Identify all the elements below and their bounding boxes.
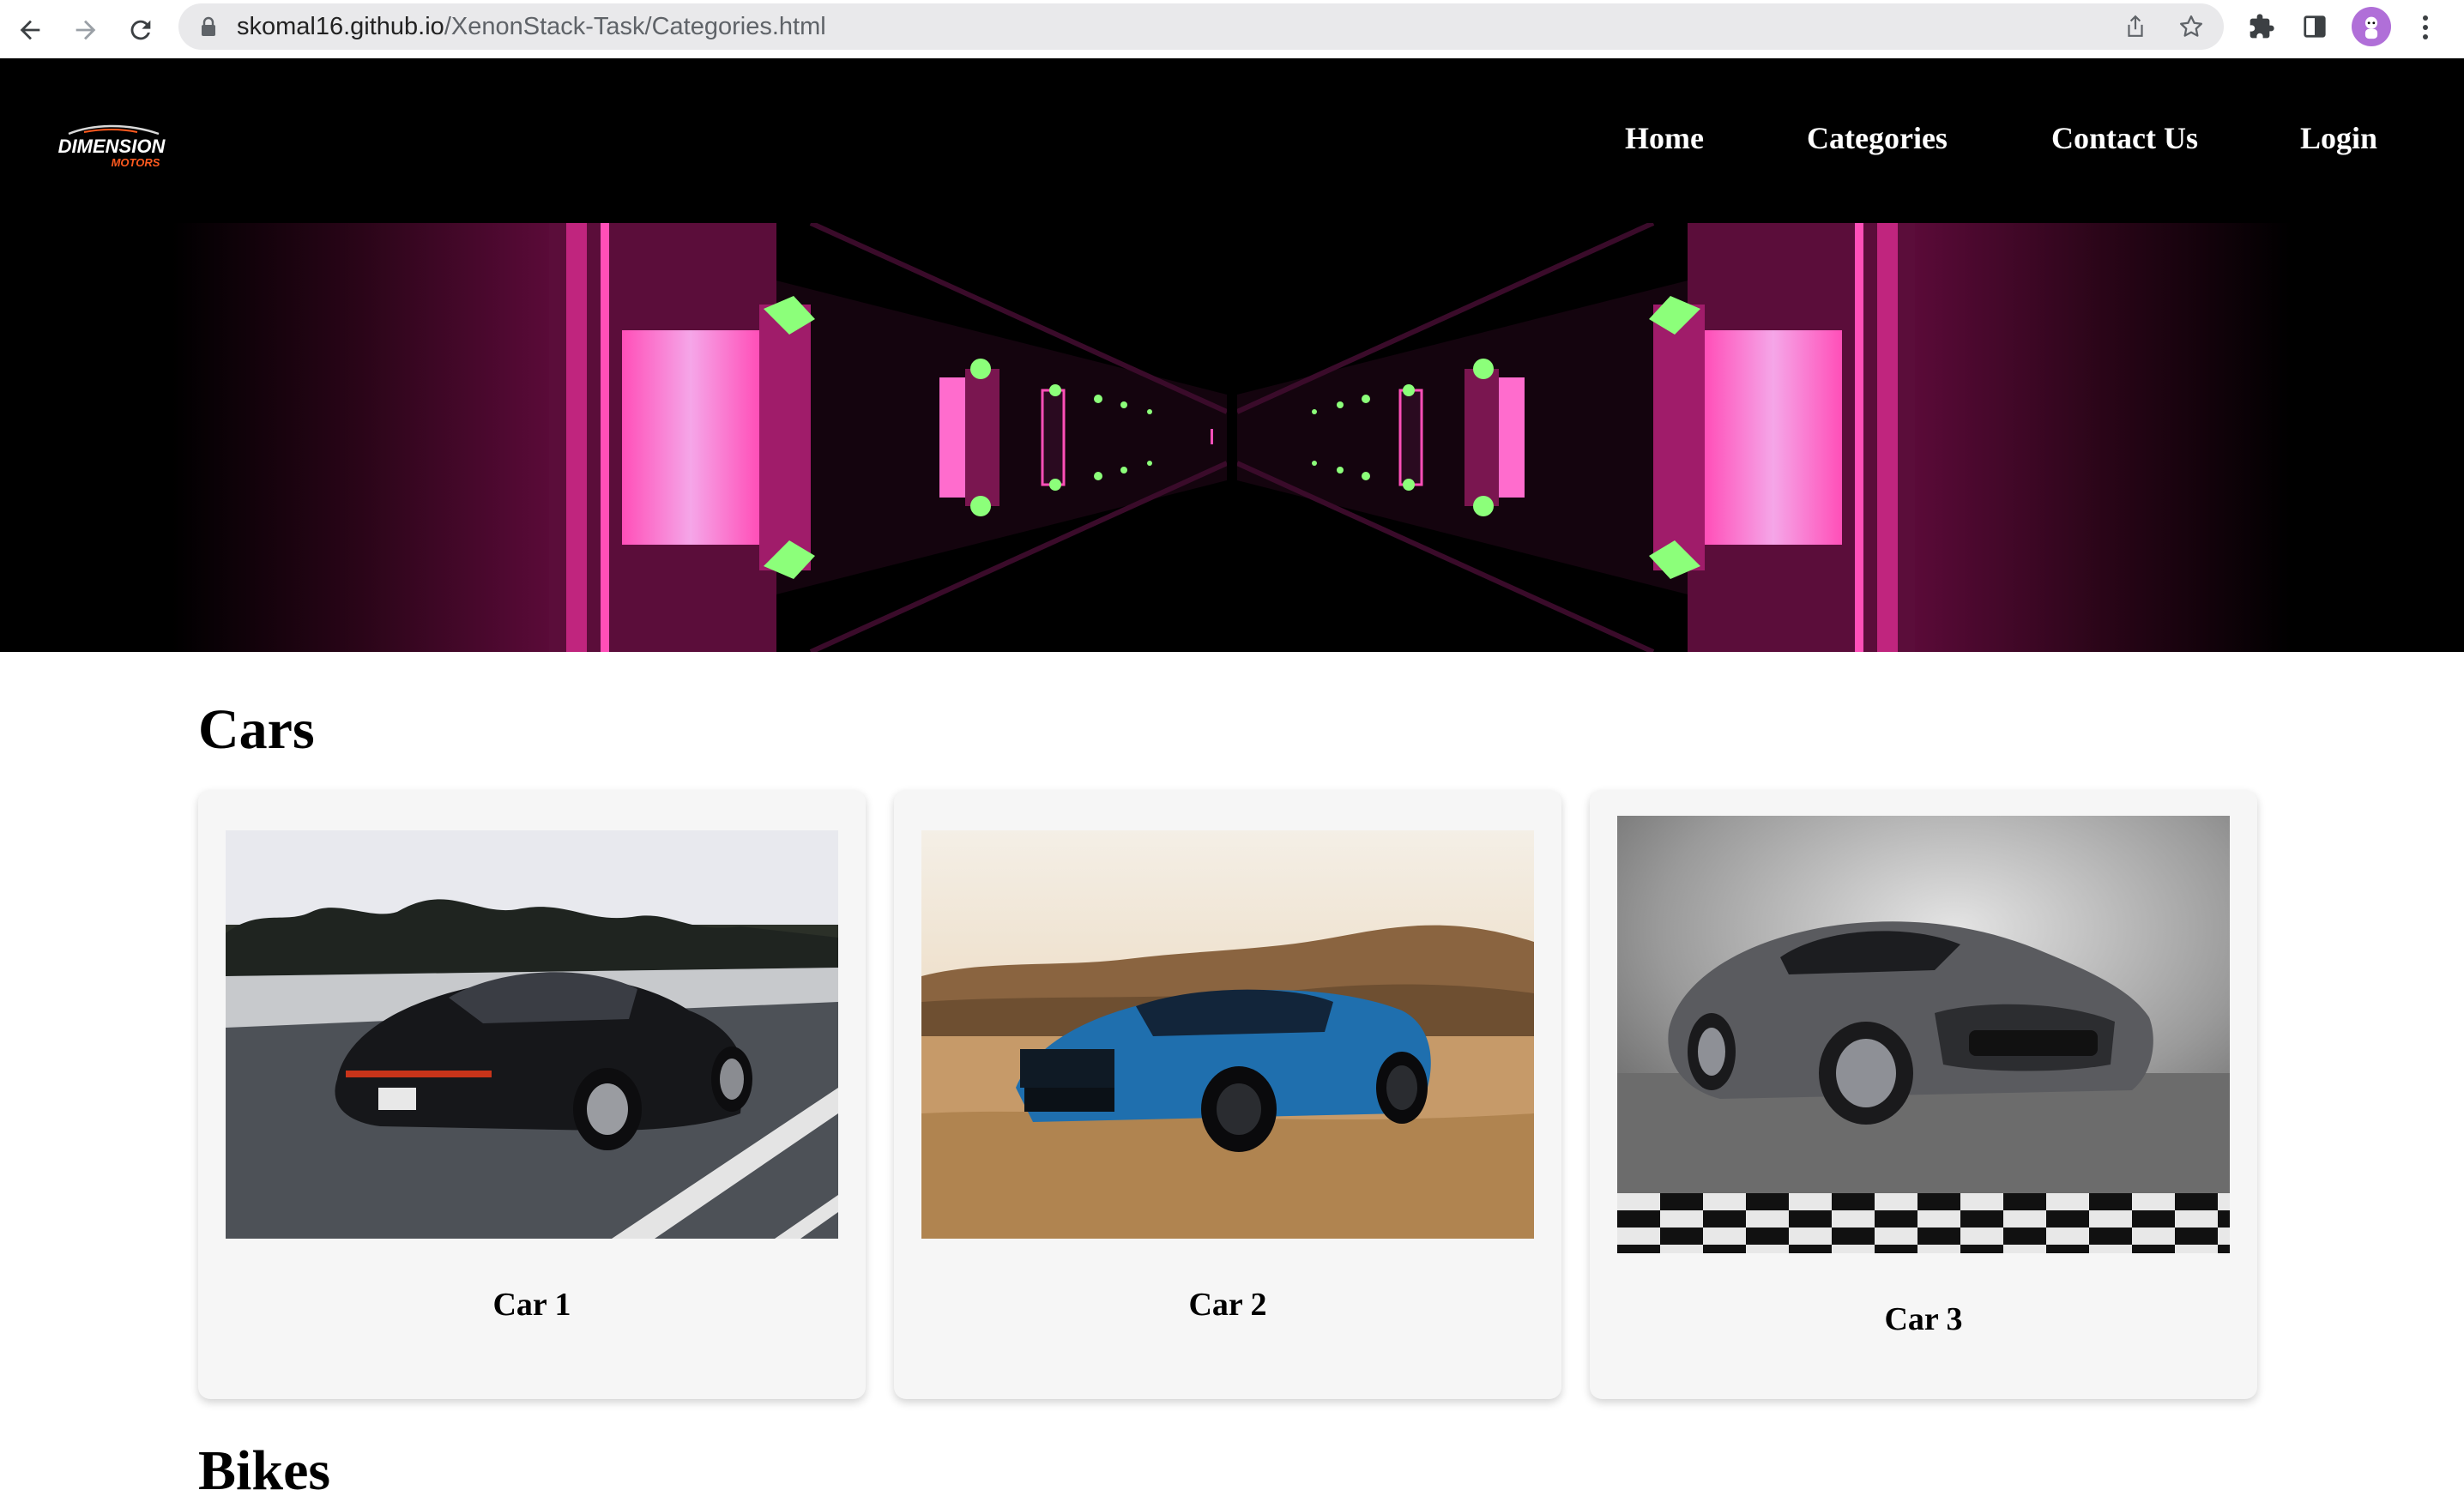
svg-text:MOTORS: MOTORS	[112, 156, 160, 169]
car-3-image	[1617, 816, 2230, 1253]
nav-login-link[interactable]: Login	[2300, 120, 2377, 156]
hero-banner	[0, 223, 2464, 652]
car-2-image	[921, 830, 1534, 1239]
car-card-1[interactable]: Car 1	[198, 790, 866, 1399]
reload-icon	[130, 20, 151, 40]
site-header: DIMENSION MOTORS Home Categories Contact…	[0, 58, 2464, 223]
avatar-face-icon	[2364, 16, 2378, 39]
url-text: skomal16.github.io/XenonStack-Task/Categ…	[237, 3, 826, 50]
address-bar[interactable]: skomal16.github.io/XenonStack-Task/Categ…	[178, 3, 2224, 50]
svg-text:DIMENSION: DIMENSION	[58, 136, 166, 157]
profile-avatar[interactable]	[2352, 7, 2391, 46]
url-path: /XenonStack-Task/Categories.html	[444, 13, 826, 40]
url-host: skomal16.github.io	[237, 13, 444, 40]
bookmark-star-icon[interactable]	[2177, 13, 2205, 40]
menu-kebab-icon[interactable]	[2413, 10, 2438, 45]
reload-button[interactable]	[119, 9, 162, 51]
share-icon[interactable]	[2123, 14, 2148, 39]
car-3-title: Car 3	[1884, 1301, 1963, 1337]
car-card-3[interactable]: Car 3	[1590, 790, 2257, 1399]
arrow-right-icon	[75, 20, 96, 40]
side-panel-icon[interactable]	[2300, 12, 2329, 41]
nav-categories-link[interactable]: Categories	[1807, 120, 1948, 156]
neon-tunnel-image	[0, 223, 2464, 652]
section-title-cars: Cars	[198, 698, 315, 761]
lock-icon	[197, 15, 220, 38]
browser-toolbar: skomal16.github.io/XenonStack-Task/Categ…	[0, 0, 2464, 59]
nav-home-link[interactable]: Home	[1625, 120, 1704, 156]
forward-button[interactable]	[64, 9, 107, 51]
section-title-bikes: Bikes	[198, 1439, 331, 1502]
car-1-image	[226, 830, 838, 1239]
car-1-title: Car 1	[492, 1287, 571, 1323]
extensions-puzzle-icon[interactable]	[2247, 12, 2276, 41]
arrow-left-icon	[20, 20, 40, 40]
car-2-title: Car 2	[1188, 1287, 1267, 1323]
car-card-2[interactable]: Car 2	[894, 790, 1561, 1399]
dimension-motors-logo[interactable]: DIMENSION MOTORS	[34, 122, 189, 173]
back-button[interactable]	[9, 9, 51, 51]
nav-contact-link[interactable]: Contact Us	[2051, 120, 2198, 156]
